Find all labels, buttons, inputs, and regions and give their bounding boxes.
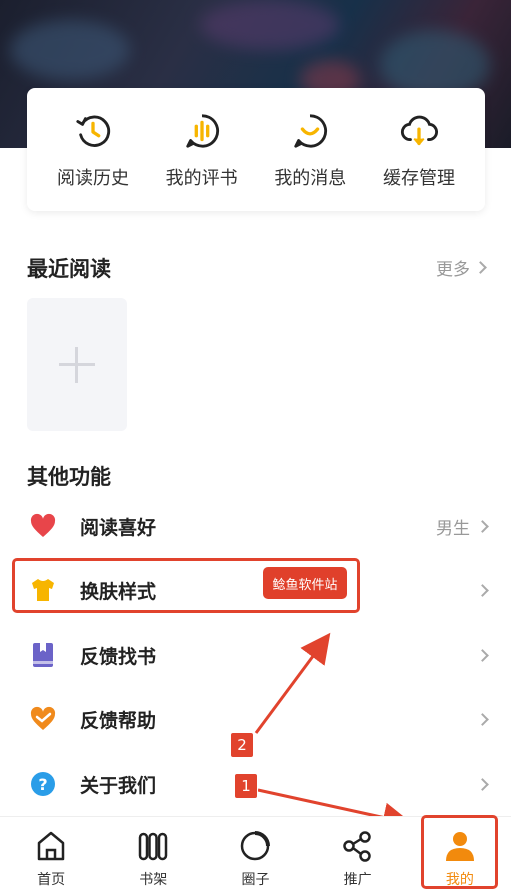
tab-promote[interactable]: 推广 bbox=[307, 817, 409, 890]
more-label: 更多 bbox=[436, 260, 470, 280]
tab-label: 圈子 bbox=[241, 872, 270, 888]
chevron-right-icon bbox=[474, 261, 487, 274]
message-smile-icon bbox=[294, 114, 328, 148]
quick-action-my-reviews[interactable]: 我的评书 bbox=[150, 88, 254, 211]
quick-action-label: 我的消息 bbox=[274, 168, 347, 189]
menu-item-feedback-help[interactable]: 反馈帮助 bbox=[27, 692, 489, 746]
more-link[interactable]: 更多 bbox=[436, 255, 487, 280]
menu-item-reading-preference[interactable]: 阅读喜好 男生 bbox=[27, 499, 489, 553]
chevron-right-icon bbox=[476, 648, 489, 662]
menu-item-label: 阅读喜好 bbox=[80, 516, 157, 539]
annotation-step-2: 2 bbox=[230, 732, 254, 758]
tab-home[interactable]: 首页 bbox=[0, 817, 102, 890]
bookshelf-icon bbox=[139, 832, 168, 861]
chevron-right-icon bbox=[476, 777, 489, 791]
chevron-right-icon bbox=[476, 712, 489, 726]
clock-history-icon bbox=[76, 115, 111, 147]
quick-actions-card: 阅读历史 我的评书 我的消息 缓存管理 bbox=[27, 88, 485, 211]
menu-item-value: 男生 bbox=[436, 518, 470, 539]
tab-label: 书架 bbox=[139, 872, 168, 888]
quick-action-cache-management[interactable]: 缓存管理 bbox=[367, 88, 471, 211]
chevron-right-icon bbox=[476, 583, 489, 597]
heart-icon bbox=[27, 510, 59, 542]
annotation-step-1: 1 bbox=[234, 773, 258, 799]
quick-action-label: 缓存管理 bbox=[382, 168, 455, 189]
menu-item-feedback-find-book[interactable]: 反馈找书 bbox=[27, 628, 489, 682]
circle-icon bbox=[241, 831, 271, 861]
menu-item-label: 反馈找书 bbox=[80, 645, 157, 668]
share-icon bbox=[342, 831, 371, 862]
book-icon bbox=[27, 639, 59, 671]
tab-circle[interactable]: 圈子 bbox=[204, 817, 306, 890]
annotation-highlight-tab-mine bbox=[421, 815, 498, 889]
quick-action-label: 我的评书 bbox=[165, 168, 238, 189]
quick-action-reading-history[interactable]: 阅读历史 bbox=[41, 88, 145, 211]
feedback-heart-icon bbox=[27, 703, 59, 735]
question-circle-icon: ? bbox=[27, 768, 59, 800]
quick-action-label: 阅读历史 bbox=[57, 168, 129, 189]
voice-bubble-icon bbox=[185, 114, 219, 148]
quick-action-my-messages[interactable]: 我的消息 bbox=[258, 88, 362, 211]
tab-label: 首页 bbox=[37, 872, 66, 888]
other-functions-title: 其他功能 bbox=[27, 465, 111, 489]
home-icon bbox=[37, 831, 65, 861]
menu-item-label: 反馈帮助 bbox=[80, 709, 157, 732]
svg-text:?: ? bbox=[38, 775, 47, 794]
chevron-right-icon bbox=[476, 519, 489, 533]
tab-label: 推广 bbox=[343, 872, 372, 888]
add-book-button[interactable] bbox=[27, 298, 127, 431]
cloud-download-icon bbox=[400, 115, 438, 146]
recent-reading-title: 最近阅读 bbox=[27, 257, 111, 281]
watermark-badge: 鲶鱼软件站 bbox=[263, 567, 347, 599]
tab-bookshelf[interactable]: 书架 bbox=[102, 817, 204, 890]
menu-item-label: 关于我们 bbox=[80, 774, 157, 797]
